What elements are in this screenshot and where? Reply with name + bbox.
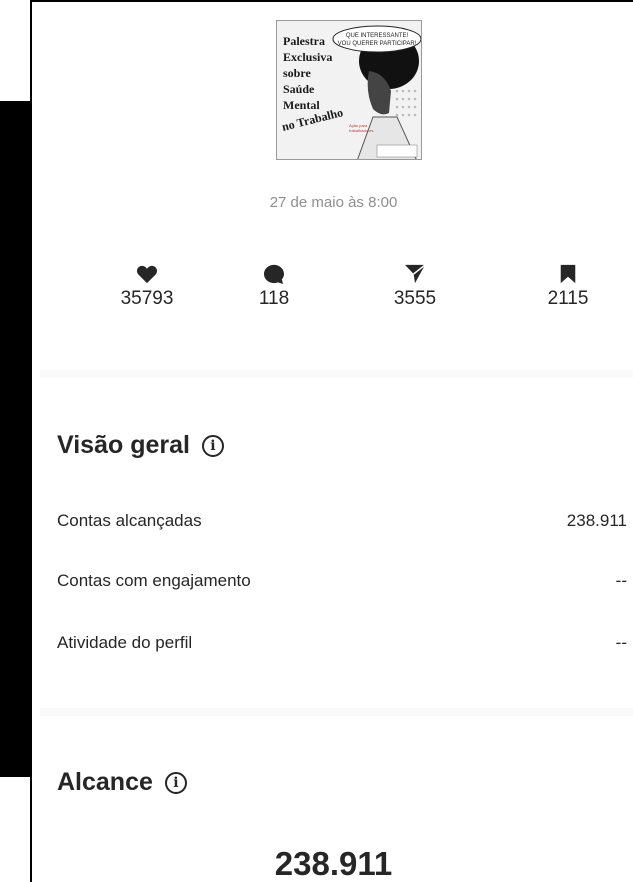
overview-title-text: Visão geral	[57, 431, 190, 459]
row-value: 238.911	[566, 511, 627, 530]
comments-count: 118	[258, 288, 290, 309]
row-value: --	[615, 571, 627, 590]
overview-title: Visão geral i	[57, 431, 224, 460]
post-thumbnail[interactable]: QUE INTERESSANTE! VOU QUERER PARTICIPAR!…	[276, 20, 422, 160]
post-metrics: 35793 118 3555 2115	[32, 264, 633, 334]
row-label: Contas alcançadas	[57, 511, 202, 530]
row-value: --	[615, 633, 627, 652]
saves-count: 2115	[547, 288, 589, 309]
overview-row-profile-activity[interactable]: Atividade do perfil --	[57, 633, 627, 653]
section-divider	[40, 370, 633, 378]
insights-panel: QUE INTERESSANTE! VOU QUERER PARTICIPAR!…	[30, 0, 633, 882]
reach-total: 238.911	[274, 845, 393, 882]
svg-text:trabalhadores: trabalhadores	[349, 128, 373, 133]
svg-text:Mental: Mental	[283, 98, 320, 112]
info-icon[interactable]: i	[164, 771, 187, 794]
comments-metric: 118	[214, 264, 334, 310]
send-icon	[405, 264, 426, 284]
likes-metric: 35793	[87, 264, 207, 310]
overview-row-accounts-reached[interactable]: Contas alcançadas 238.911	[57, 511, 627, 531]
likes-count: 35793	[120, 288, 174, 309]
row-label: Contas com engajamento	[57, 571, 251, 590]
shares-metric: 3555	[355, 264, 475, 310]
bookmark-icon	[560, 264, 576, 284]
post-date: 27 de maio às 8:00	[269, 194, 398, 211]
info-icon[interactable]: i	[201, 434, 224, 457]
shares-count: 3555	[393, 288, 437, 309]
svg-text:VOU QUERER PARTICIPAR!: VOU QUERER PARTICIPAR!	[338, 41, 417, 47]
bubble-text: QUE INTERESSANTE!	[346, 33, 409, 39]
left-black-bar	[0, 101, 30, 777]
row-label: Atividade do perfil	[57, 633, 193, 652]
svg-text:Saúde: Saúde	[283, 82, 315, 96]
saves-metric: 2115	[508, 264, 628, 310]
reach-title-text: Alcance	[57, 768, 153, 796]
svg-text:Exclusiva: Exclusiva	[283, 50, 332, 64]
post-illustration: QUE INTERESSANTE! VOU QUERER PARTICIPAR!…	[277, 21, 421, 159]
reach-title: Alcance i	[57, 768, 187, 797]
overview-row-accounts-engaged[interactable]: Contas com engajamento --	[57, 571, 627, 591]
section-divider	[40, 708, 633, 716]
svg-text:Palestra: Palestra	[283, 34, 325, 48]
heart-icon	[136, 265, 158, 284]
comment-icon	[264, 264, 284, 284]
svg-text:sobre: sobre	[283, 66, 311, 80]
